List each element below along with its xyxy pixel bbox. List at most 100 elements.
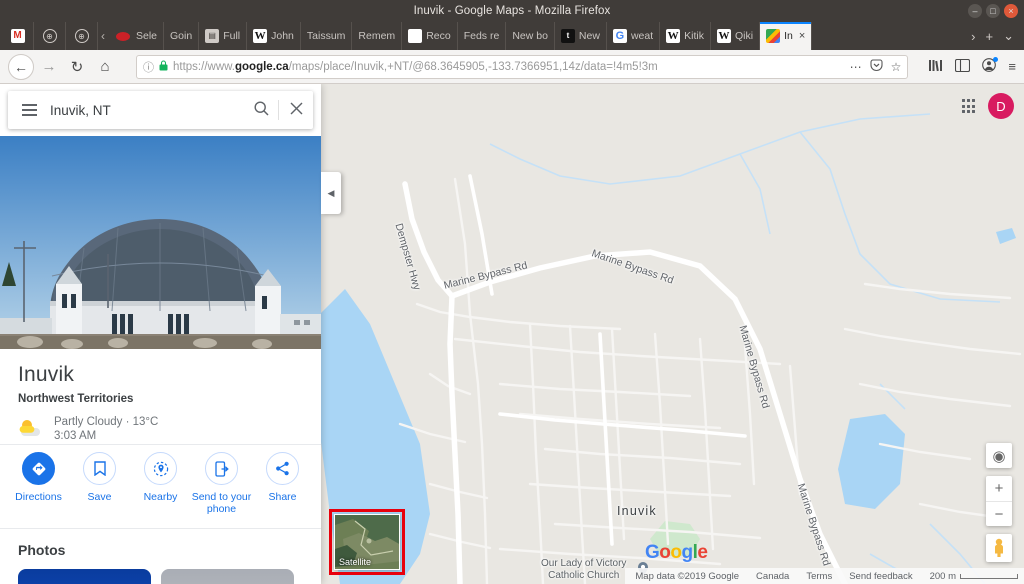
tab-qiki[interactable]: W Qiki xyxy=(711,22,761,50)
tab-sele[interactable]: Sele xyxy=(108,22,165,50)
avatar[interactable]: D xyxy=(988,93,1014,119)
tab-label: Remem xyxy=(358,30,396,42)
tab-taissum[interactable]: Taissum xyxy=(301,22,353,50)
navbar-right-controls: ≡ xyxy=(918,57,1016,75)
map-search-box[interactable]: Inuvik, NT xyxy=(8,91,313,129)
map-label-our-lady-of-victory[interactable]: Our Lady of Victory Catholic Church xyxy=(541,558,626,582)
forward-button[interactable]: → xyxy=(36,54,62,80)
tab-inuvik-google-maps[interactable]: In × xyxy=(760,22,813,50)
country-link[interactable]: Canada xyxy=(756,571,789,582)
panel-divider-2 xyxy=(0,528,321,529)
bookmark-star-icon[interactable]: ☆ xyxy=(891,60,902,74)
page-info-icon[interactable]: ⓘ xyxy=(143,59,154,75)
book-icon: ▤ xyxy=(205,29,220,43)
place-details-panel: Inuvik, NT Inuvik Northwest Territories xyxy=(0,84,321,584)
photo-thumb-photos[interactable]: Photos xyxy=(18,569,151,584)
place-info: Inuvik Northwest Territories Partly Clou… xyxy=(0,349,321,455)
reload-button[interactable]: ↻ xyxy=(64,54,90,80)
tab-full[interactable]: ▤ Full xyxy=(199,22,248,50)
map-account-controls: D xyxy=(961,93,1014,119)
place-action-buttons: Directions Save Nearby Send to your phon… xyxy=(0,452,321,515)
satellite-layer-toggle[interactable]: Satellite xyxy=(334,514,400,570)
tab-label: Full xyxy=(223,30,241,42)
page-actions-icon[interactable]: ⋯ xyxy=(850,60,862,74)
send-to-phone-button[interactable]: Send to your phone xyxy=(191,452,252,515)
save-button[interactable]: Save xyxy=(69,452,130,515)
tab-gmail[interactable]: M xyxy=(2,22,34,50)
tab-new[interactable]: t New xyxy=(555,22,607,50)
send-feedback-link[interactable]: Send feedback xyxy=(849,571,912,582)
tab-scroll-left[interactable]: ‹ xyxy=(98,29,108,43)
tab-weather[interactable]: G weat xyxy=(607,22,661,50)
tab-newbo[interactable]: New bo xyxy=(506,22,555,50)
tab-label: Taissum xyxy=(306,30,346,42)
tumblr-icon: t xyxy=(560,29,575,43)
new-tab-button[interactable]: + xyxy=(986,29,994,44)
news-icon: ▓ xyxy=(408,29,423,43)
local-time: 3:03 AM xyxy=(54,430,97,442)
google-maps-icon xyxy=(766,29,781,43)
collapse-panel-button[interactable]: ◀ xyxy=(321,172,341,214)
tab-label: Qiki xyxy=(734,30,754,42)
tab-label: John xyxy=(271,30,294,42)
sidebar-icon[interactable] xyxy=(955,58,971,75)
logo-letter: g xyxy=(681,542,694,563)
tab-remem[interactable]: Remem xyxy=(352,22,403,50)
url-bar[interactable]: ⓘ https://www.google.ca/maps/place/Inuvi… xyxy=(136,54,909,79)
pocket-icon[interactable] xyxy=(870,58,883,75)
map-controls: ◉ + − xyxy=(986,443,1012,562)
close-window-button[interactable]: × xyxy=(1004,4,1018,18)
tab-globe-1[interactable]: ⊕ xyxy=(34,22,66,50)
home-button[interactable]: ⌂ xyxy=(92,54,118,80)
account-icon[interactable] xyxy=(982,57,999,75)
share-button[interactable]: Share xyxy=(252,452,313,515)
tab-label: In xyxy=(784,30,793,42)
logo-letter: o xyxy=(659,542,671,563)
library-icon[interactable] xyxy=(928,59,943,75)
url-text: https://www.google.ca/maps/place/Inuvik,… xyxy=(173,60,658,73)
search-input[interactable]: Inuvik, NT xyxy=(50,103,244,118)
browser-tabbar: M ⊕ ⊕ ‹ Sele Goin ▤ Full W John Taissum … xyxy=(0,22,1024,50)
terms-link[interactable]: Terms xyxy=(806,571,832,582)
weather-condition: Partly Cloudy · 13°C xyxy=(54,416,159,428)
list-all-tabs-icon[interactable]: ⌄ xyxy=(1003,28,1014,44)
recording-icon xyxy=(116,31,130,41)
street-view-pegman-icon[interactable] xyxy=(986,534,1012,562)
scale-value: 200 m xyxy=(929,570,956,582)
my-location-icon[interactable]: ◉ xyxy=(986,443,1012,468)
locate-group: ◉ xyxy=(986,443,1012,468)
directions-button[interactable]: Directions xyxy=(8,452,69,515)
tab-reco[interactable]: ▓ Reco xyxy=(402,22,458,50)
tab-goin[interactable]: Goin xyxy=(164,22,200,50)
tab-scroll-right-icon[interactable]: › xyxy=(971,29,975,44)
menu-hamburger-icon[interactable] xyxy=(8,104,50,116)
nearby-button[interactable]: Nearby xyxy=(130,452,191,515)
photo-thumb-360[interactable] xyxy=(161,569,294,584)
tab-john[interactable]: W John xyxy=(247,22,301,50)
clear-search-icon[interactable] xyxy=(279,102,313,118)
wikipedia-icon: W xyxy=(253,29,268,43)
nearby-icon xyxy=(144,452,177,485)
tab-label: New bo xyxy=(512,30,548,42)
maximize-button[interactable]: □ xyxy=(986,4,1000,18)
tab-globe-2[interactable]: ⊕ xyxy=(66,22,98,50)
close-tab-icon[interactable]: × xyxy=(799,30,805,42)
back-button[interactable]: ← xyxy=(8,53,34,80)
globe-icon: ⊕ xyxy=(42,29,57,43)
apps-grid-icon[interactable] xyxy=(961,99,975,113)
share-icon xyxy=(266,452,299,485)
tab-label: weat xyxy=(630,30,654,42)
hamburger-menu-icon[interactable]: ≡ xyxy=(1008,59,1016,74)
tab-kitik[interactable]: W Kitik xyxy=(660,22,711,50)
zoom-out-button[interactable]: − xyxy=(986,501,1012,526)
bookmark-icon xyxy=(83,452,116,485)
zoom-in-button[interactable]: + xyxy=(986,476,1012,501)
directions-icon xyxy=(22,452,55,485)
tab-feds[interactable]: Feds re xyxy=(458,22,507,50)
satellite-label: Satellite xyxy=(339,557,372,567)
google-logo: Google xyxy=(645,542,708,564)
logo-letter: o xyxy=(670,542,682,563)
minimize-button[interactable]: – xyxy=(968,4,982,18)
place-hero-photo[interactable] xyxy=(0,136,321,349)
search-icon[interactable] xyxy=(244,101,278,119)
